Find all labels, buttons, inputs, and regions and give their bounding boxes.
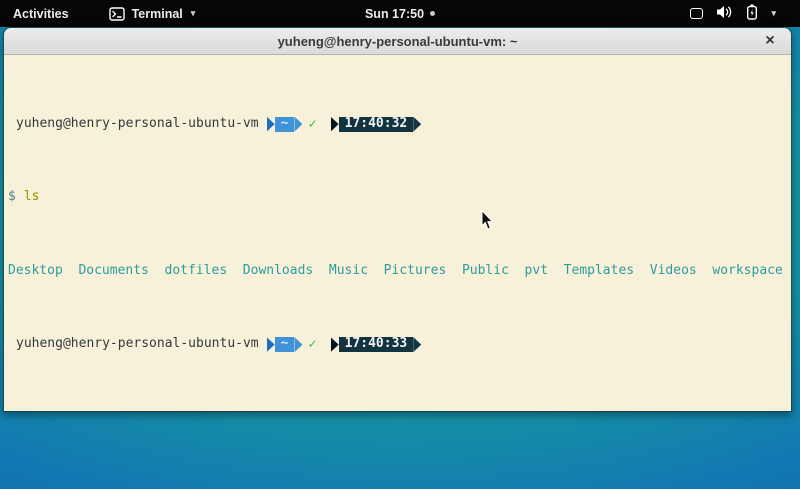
display-icon (690, 8, 703, 19)
prompt-dollar: $ (8, 190, 16, 205)
clock[interactable]: Sun 17:50 (365, 7, 424, 21)
directory-name: Pictures (384, 264, 447, 279)
powerline-tip-icon (294, 117, 302, 132)
prompt-path: ~ (275, 117, 295, 132)
prompt-path: ~ (275, 337, 295, 352)
powerline-tip-icon (413, 117, 421, 132)
terminal-content[interactable]: yuheng@henry-personal-ubuntu-vm ~ ✓ 17:4… (4, 55, 791, 412)
directory-name: Desktop (8, 264, 63, 279)
top-bar: Activities Terminal ▾ Sun 17:50 (0, 0, 800, 27)
command-line: $ ls (8, 190, 791, 205)
prompt-line: yuheng@henry-personal-ubuntu-vm ~ ✓ 17:4… (8, 117, 791, 132)
terminal-icon (109, 7, 125, 21)
powerline-chevron-icon (331, 337, 339, 352)
directory-name: Music (329, 264, 368, 279)
close-icon[interactable]: × (759, 30, 781, 52)
battery-charging-icon (746, 4, 758, 23)
system-tray[interactable]: ▾ (690, 4, 776, 23)
prompt-dollar: $ (8, 411, 16, 412)
activities-button[interactable]: Activities (13, 7, 69, 21)
powerline-tip-icon (294, 337, 302, 352)
input-line[interactable]: $ (8, 411, 791, 412)
prompt-time: 17:40:33 (339, 337, 414, 352)
app-menu-terminal[interactable]: Terminal ▾ (109, 7, 196, 21)
prompt-line: yuheng@henry-personal-ubuntu-vm ~ ✓ 17:4… (8, 337, 791, 352)
prompt-path-segment: ~ (267, 337, 303, 352)
prompt-time-segment: 17:40:32 (331, 117, 422, 132)
powerline-tip-icon (413, 337, 421, 352)
app-menu-label: Terminal (132, 7, 183, 21)
chevron-down-icon: ▾ (771, 8, 776, 19)
directory-name: Documents (78, 264, 148, 279)
powerline-chevron-icon (267, 117, 275, 132)
powerline-chevron-icon (267, 337, 275, 352)
prompt-user: yuheng@henry-personal-ubuntu-vm (16, 337, 259, 352)
prompt-time-segment: 17:40:33 (331, 337, 422, 352)
notification-dot (430, 11, 435, 16)
directory-name: dotfiles (165, 264, 228, 279)
directory-name: workspace (712, 264, 782, 279)
window-titlebar[interactable]: yuheng@henry-personal-ubuntu-vm: ~ × (4, 28, 791, 55)
status-check-icon: ✓ (308, 337, 316, 352)
directory-name: Videos (650, 264, 697, 279)
ls-output-line: Desktop Documents dotfiles Downloads Mus… (8, 264, 791, 279)
chevron-down-icon: ▾ (191, 8, 196, 19)
status-check-icon: ✓ (308, 117, 316, 132)
terminal-window: yuheng@henry-personal-ubuntu-vm: ~ × yuh… (3, 27, 792, 412)
window-title: yuheng@henry-personal-ubuntu-vm: ~ (278, 34, 518, 49)
volume-icon (716, 5, 733, 22)
command-text: ls (24, 190, 40, 205)
directory-name: Templates (564, 264, 634, 279)
directory-name: Public (462, 264, 509, 279)
powerline-chevron-icon (331, 117, 339, 132)
prompt-path-segment: ~ (267, 117, 303, 132)
directory-name: Downloads (243, 264, 313, 279)
prompt-user: yuheng@henry-personal-ubuntu-vm (16, 117, 259, 132)
prompt-time: 17:40:32 (339, 117, 414, 132)
desktop: { "topbar": { "activities": "Activities"… (0, 0, 800, 489)
directory-name: pvt (525, 264, 548, 279)
